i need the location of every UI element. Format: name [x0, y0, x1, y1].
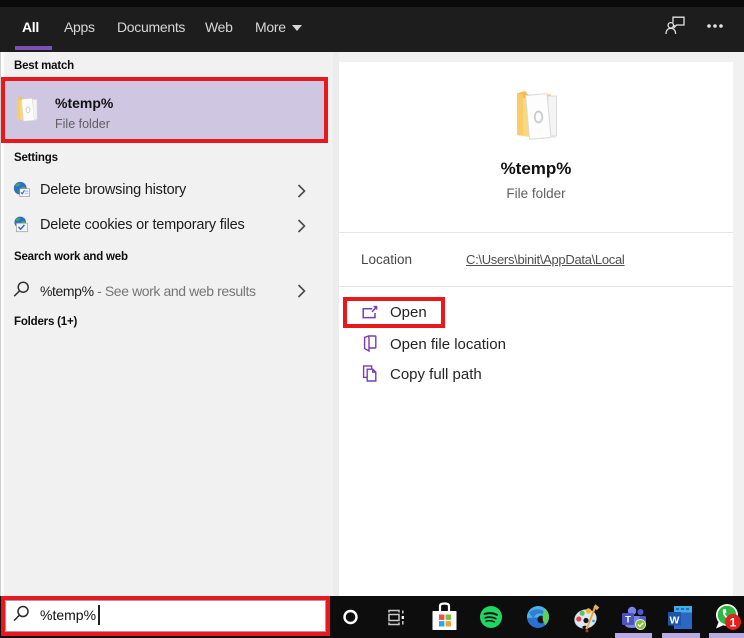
svg-text:1: 1	[730, 615, 737, 629]
svg-text:T: T	[625, 615, 631, 626]
svg-text:W: W	[670, 614, 680, 626]
